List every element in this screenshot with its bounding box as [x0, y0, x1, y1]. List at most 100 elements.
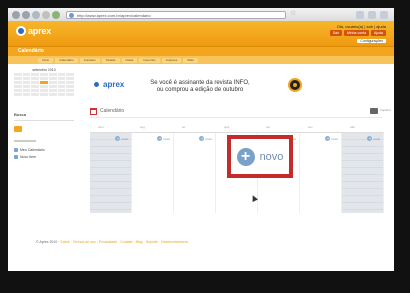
mini-calendar-day[interactable]	[57, 81, 66, 84]
tab-arquivos[interactable]: Arquivos	[161, 57, 182, 63]
mini-calendar-day[interactable]	[57, 93, 66, 96]
logout-button[interactable]: Sair	[329, 30, 342, 36]
mini-calendar-day[interactable]	[66, 89, 74, 92]
day-new-button[interactable]: +novo	[199, 136, 212, 141]
print-icon[interactable]	[370, 108, 378, 114]
tools-menu-icon[interactable]	[368, 11, 376, 19]
mini-calendar-day[interactable]	[14, 81, 22, 84]
mini-calendar-day[interactable]	[14, 73, 22, 76]
mini-calendar-day[interactable]	[66, 73, 74, 76]
mini-calendar-day[interactable]	[57, 73, 66, 76]
mini-calendar-day[interactable]	[57, 89, 66, 92]
sidebar-item-new[interactable]: Novo Item	[14, 155, 36, 159]
mini-calendar-day[interactable]	[22, 77, 31, 80]
home-icon[interactable]	[52, 11, 60, 19]
day-new-button[interactable]: +novo	[367, 136, 380, 141]
bookmark-star-icon[interactable]: ☆	[290, 10, 296, 18]
address-bar[interactable]: http://www.aprex.com.br/aprex/calendario	[66, 11, 286, 19]
sidebar-item-label: Novo Item	[20, 155, 36, 159]
day-column[interactable]: dom + novo	[90, 125, 132, 213]
forward-icon[interactable]	[22, 11, 30, 19]
mini-calendar-day[interactable]	[40, 89, 48, 92]
mini-calendar-day[interactable]	[14, 77, 22, 80]
mini-calendar-day[interactable]	[31, 73, 40, 76]
mini-calendar-day[interactable]	[40, 85, 48, 88]
tab-calendario[interactable]: Calendário	[55, 57, 78, 63]
tab-contatos[interactable]: Contatos	[79, 57, 100, 63]
mini-calendar-day[interactable]	[40, 93, 48, 96]
add-icon	[14, 155, 18, 159]
day-header: seg	[140, 125, 145, 129]
tab-mais[interactable]: Mais	[183, 57, 198, 63]
url-text: http://www.aprex.com.br/aprex/calendario	[77, 13, 151, 18]
print-label[interactable]: Imprimir	[380, 108, 391, 112]
stop-icon[interactable]	[42, 11, 50, 19]
sidebar-item-calendar[interactable]: Meu Calendário	[14, 148, 45, 152]
day-header: qua	[224, 125, 230, 129]
reload-icon[interactable]	[32, 11, 40, 19]
mini-calendar-day[interactable]	[66, 81, 74, 84]
mini-calendar-grid[interactable]	[14, 73, 74, 96]
day-column[interactable]: sex + novo	[300, 125, 342, 213]
mini-calendar-day[interactable]	[48, 93, 57, 96]
divider	[14, 140, 36, 142]
mini-calendar-day[interactable]	[31, 93, 40, 96]
mini-calendar-day[interactable]	[22, 81, 31, 84]
promo-banner[interactable]: aprex Se você é assinante da revista INF…	[90, 72, 312, 100]
aprex-logo[interactable]: aprex	[16, 25, 51, 37]
mini-calendar-day[interactable]	[66, 93, 74, 96]
mini-calendar-day[interactable]	[22, 85, 31, 88]
help-button[interactable]: Ajuda	[371, 30, 386, 36]
banner-line-2: ou comprou a edição de outubro	[156, 87, 244, 93]
mini-calendar-day[interactable]	[48, 85, 57, 88]
account-button[interactable]: Minha conta	[343, 30, 370, 36]
calendar-icon	[90, 107, 97, 115]
mini-calendar-day[interactable]	[14, 89, 22, 92]
mini-calendar-day[interactable]	[48, 73, 57, 76]
section-title: Calendário	[18, 48, 44, 54]
mini-calendar-day[interactable]	[57, 77, 66, 80]
mini-calendar-day[interactable]	[22, 93, 31, 96]
day-new-button[interactable]: +novo	[325, 136, 338, 141]
banner-line-1: Se você é assinante da revista INFO,	[150, 80, 250, 86]
day-new-button[interactable]: +novo	[115, 136, 128, 141]
day-new-button[interactable]: +novo	[157, 136, 170, 141]
mini-calendar-day[interactable]	[31, 77, 40, 80]
user-info: Olá, usuário(a) | sair | ajuda	[336, 24, 386, 29]
mini-calendar-day[interactable]	[14, 85, 22, 88]
mini-calendar-day[interactable]	[31, 89, 40, 92]
mini-calendar-day[interactable]	[22, 73, 31, 76]
back-icon[interactable]	[12, 11, 20, 19]
mini-calendar-day[interactable]	[31, 85, 40, 88]
info-magazine-badge-icon	[288, 78, 302, 92]
mini-calendar-day[interactable]	[40, 77, 48, 80]
mini-calendar-day[interactable]	[40, 81, 48, 84]
monitor-frame: http://www.aprex.com.br/aprex/calendario…	[0, 0, 410, 293]
settings-icon[interactable]	[380, 11, 388, 19]
mini-calendar-day[interactable]	[57, 85, 66, 88]
mini-calendar-day[interactable]	[40, 73, 48, 76]
mini-calendar-day[interactable]	[66, 85, 74, 88]
mini-calendar-day[interactable]	[48, 77, 57, 80]
page-menu-icon[interactable]	[356, 11, 364, 19]
new-event-button[interactable]: + novo	[227, 135, 293, 178]
tab-notas[interactable]: Notas	[121, 57, 138, 63]
tab-favoritos[interactable]: Favoritos	[139, 57, 160, 63]
settings-link[interactable]: Configurações	[357, 39, 386, 43]
mini-calendar-day[interactable]	[14, 93, 22, 96]
footer-links[interactable]: Sobre · Termos de uso · Privacidade · Co…	[60, 240, 188, 244]
logo-text: aprex	[28, 26, 52, 36]
mini-calendar-day[interactable]	[31, 81, 40, 84]
footer: © Aprex 2010 · Sobre · Termos de uso · P…	[36, 240, 188, 244]
day-column[interactable]: ter + novo	[174, 125, 216, 213]
mini-calendar-day[interactable]	[48, 81, 57, 84]
tab-inicio[interactable]: Início	[38, 57, 54, 63]
mini-calendar-day[interactable]	[48, 89, 57, 92]
aprex-logo-mark-icon	[16, 26, 26, 36]
mini-calendar-day[interactable]	[66, 77, 74, 80]
tab-tarefas[interactable]: Tarefas	[101, 57, 120, 63]
day-column[interactable]: sáb + novo	[342, 125, 384, 213]
orange-tag-button[interactable]	[14, 126, 22, 132]
day-column[interactable]: seg + novo	[132, 125, 174, 213]
mini-calendar-day[interactable]	[22, 89, 31, 92]
